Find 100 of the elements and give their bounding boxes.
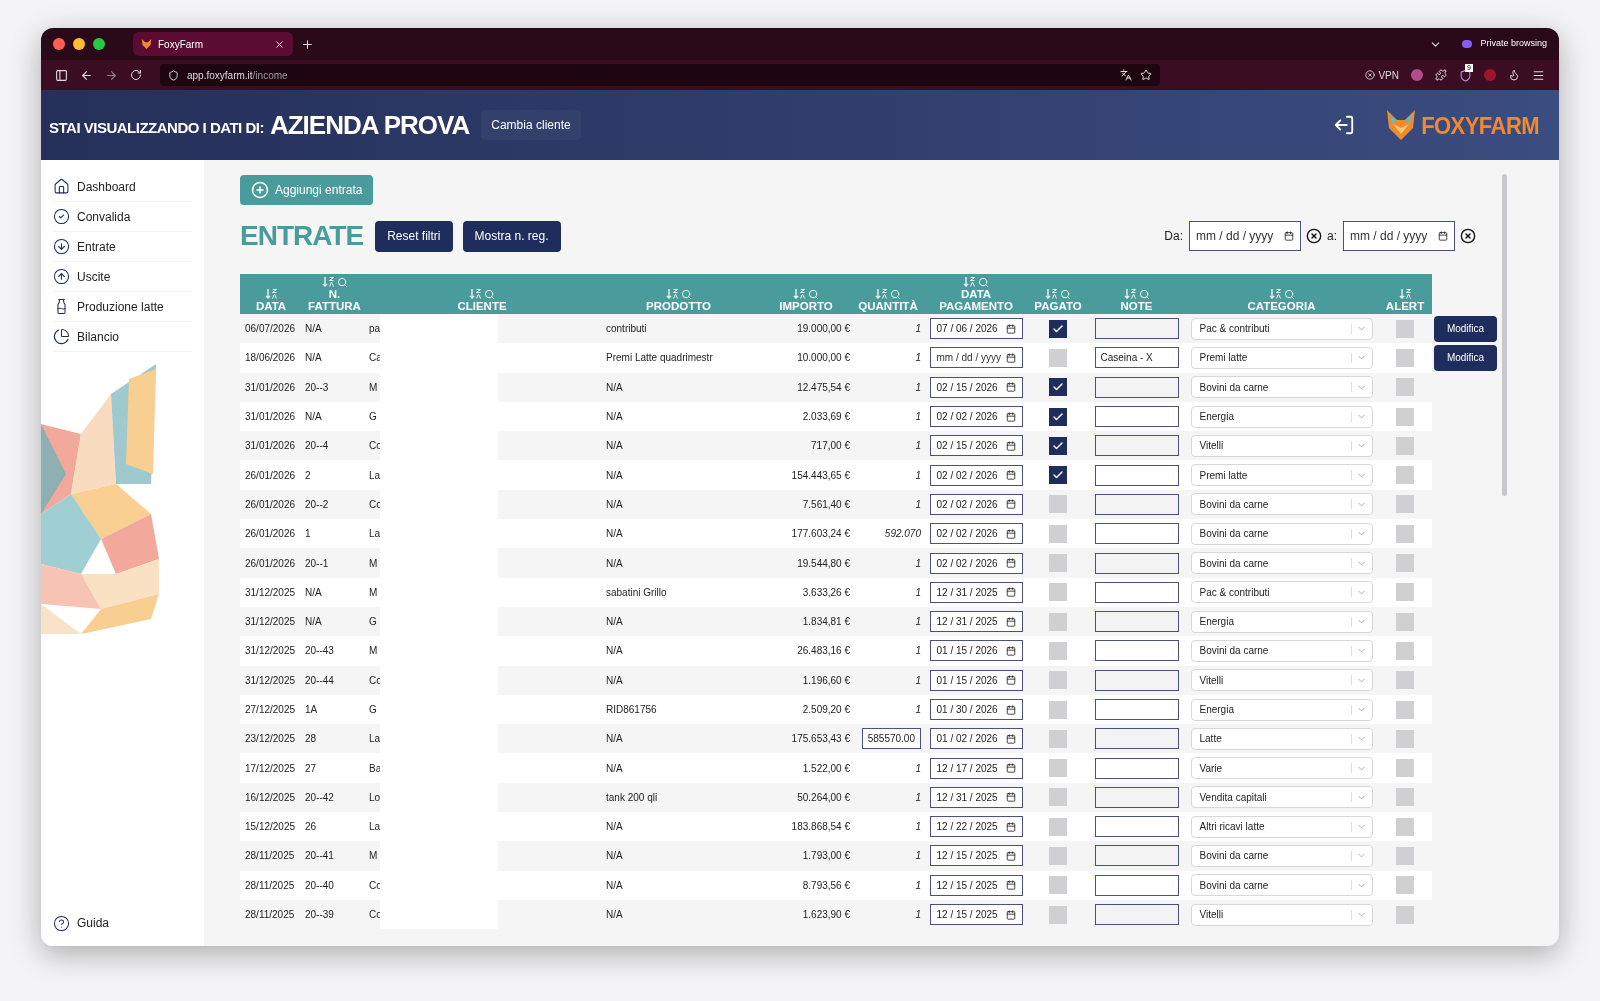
search-icon[interactable] bbox=[1283, 288, 1295, 300]
alert-checkbox[interactable] bbox=[1396, 847, 1414, 865]
alert-checkbox[interactable] bbox=[1396, 583, 1414, 602]
paid-checkbox[interactable] bbox=[1049, 759, 1067, 778]
alert-checkbox[interactable] bbox=[1396, 319, 1414, 338]
payment-date-field[interactable]: 01 / 02 / 2026 bbox=[929, 728, 1023, 750]
search-icon[interactable] bbox=[336, 276, 348, 288]
category-select[interactable]: Bovini da carne bbox=[1190, 376, 1373, 399]
forward-icon[interactable] bbox=[105, 68, 118, 82]
payment-date-field[interactable]: 02 / 02 / 2026 bbox=[929, 406, 1023, 428]
filter-button[interactable]: Mostra n. reg. bbox=[462, 220, 561, 252]
calendar-icon[interactable] bbox=[1005, 528, 1016, 539]
logout-icon[interactable] bbox=[1333, 114, 1356, 136]
note-field[interactable] bbox=[1094, 874, 1179, 896]
filter-button[interactable]: Reset filtri bbox=[375, 220, 453, 252]
category-select[interactable]: Vitelli bbox=[1190, 669, 1373, 692]
category-select[interactable]: Bovini da carne bbox=[1190, 552, 1373, 574]
paid-checkbox[interactable] bbox=[1049, 729, 1067, 748]
alert-checkbox[interactable] bbox=[1396, 700, 1414, 719]
scrollbar[interactable] bbox=[1502, 174, 1507, 496]
category-select[interactable]: Bovini da carne bbox=[1190, 639, 1373, 662]
vpn-label[interactable]: VPN bbox=[1378, 67, 1399, 83]
search-icon[interactable] bbox=[484, 288, 495, 300]
sort-icon[interactable] bbox=[793, 288, 806, 300]
category-select[interactable]: Bovini da carne bbox=[1190, 522, 1373, 545]
note-field[interactable] bbox=[1094, 669, 1179, 691]
payment-date-field[interactable]: 02 / 15 / 2026 bbox=[929, 376, 1023, 398]
search-icon[interactable] bbox=[680, 288, 692, 300]
calendar-icon[interactable] bbox=[1005, 558, 1016, 568]
sort-icon[interactable] bbox=[321, 276, 335, 288]
note-field[interactable] bbox=[1094, 406, 1179, 428]
note-field[interactable] bbox=[1094, 640, 1179, 662]
paid-checkbox[interactable] bbox=[1049, 817, 1067, 836]
calendar-icon[interactable] bbox=[1005, 499, 1016, 510]
change-client-button[interactable]: Cambia cliente bbox=[481, 110, 581, 140]
payment-date-field[interactable]: 01 / 15 / 2026 bbox=[929, 669, 1023, 691]
close-window-control[interactable] bbox=[53, 38, 65, 50]
alert-checkbox[interactable] bbox=[1396, 788, 1414, 807]
quantity-field[interactable]: 585570.00 bbox=[861, 728, 921, 750]
note-field[interactable] bbox=[1094, 611, 1179, 633]
paid-checkbox[interactable] bbox=[1049, 495, 1067, 514]
payment-date-field[interactable]: 01 / 30 / 2026 bbox=[929, 699, 1023, 720]
puzzle-icon[interactable] bbox=[1435, 69, 1447, 81]
category-select[interactable]: Pac & contributi bbox=[1190, 581, 1373, 604]
paid-checkbox[interactable] bbox=[1049, 554, 1067, 572]
to-date-field[interactable]: mm / dd / yyyy bbox=[1343, 221, 1455, 251]
note-field[interactable] bbox=[1094, 904, 1179, 926]
payment-date-field[interactable]: 02 / 02 / 2026 bbox=[929, 464, 1023, 486]
payment-date-field[interactable]: 12 / 15 / 2025 bbox=[929, 874, 1023, 896]
menu-icon[interactable] bbox=[1532, 68, 1545, 82]
alert-checkbox[interactable] bbox=[1396, 876, 1414, 895]
note-field[interactable] bbox=[1094, 523, 1179, 545]
sidebar-item[interactable]: Dashboard bbox=[53, 172, 192, 202]
paid-checkbox[interactable] bbox=[1049, 876, 1067, 895]
category-select[interactable]: Latte bbox=[1190, 727, 1373, 750]
payment-date-field[interactable]: 07 / 06 / 2026 bbox=[929, 318, 1023, 340]
from-date-field[interactable]: mm / dd / yyyy bbox=[1189, 221, 1301, 251]
search-icon[interactable] bbox=[978, 276, 989, 288]
category-select[interactable]: Bovini da carne bbox=[1190, 845, 1373, 867]
note-field[interactable] bbox=[1094, 493, 1179, 515]
search-icon[interactable] bbox=[890, 288, 901, 300]
clear-date-icon[interactable] bbox=[1306, 228, 1322, 244]
extension-icon[interactable] bbox=[1411, 69, 1423, 81]
calendar-icon[interactable] bbox=[1005, 323, 1016, 334]
alert-checkbox[interactable] bbox=[1396, 407, 1414, 426]
note-field[interactable] bbox=[1094, 699, 1179, 720]
payment-date-field[interactable]: 02 / 02 / 2026 bbox=[929, 552, 1023, 574]
minimize-window-control[interactable] bbox=[73, 38, 85, 50]
note-field[interactable] bbox=[1094, 552, 1179, 574]
calendar-icon[interactable] bbox=[1005, 470, 1016, 481]
translate-icon[interactable] bbox=[1120, 69, 1132, 81]
payment-date-field[interactable]: 02 / 02 / 2026 bbox=[929, 493, 1023, 515]
calendar-icon[interactable] bbox=[1005, 851, 1016, 861]
note-field[interactable] bbox=[1094, 757, 1179, 779]
category-select[interactable]: Vitelli bbox=[1190, 903, 1373, 926]
search-icon[interactable] bbox=[1060, 288, 1071, 300]
alert-checkbox[interactable] bbox=[1396, 378, 1414, 397]
sidebar-item[interactable]: Entrate bbox=[53, 232, 192, 262]
calendar-icon[interactable] bbox=[1005, 821, 1016, 832]
flame-icon[interactable] bbox=[1508, 69, 1520, 81]
note-field[interactable]: Caseina - X bbox=[1094, 347, 1179, 369]
edit-button[interactable]: Modifica bbox=[1434, 344, 1497, 371]
sidebar-item[interactable]: Bilancio bbox=[53, 322, 192, 352]
payment-date-field[interactable]: 02 / 02 / 2026 bbox=[929, 523, 1023, 545]
calendar-icon[interactable] bbox=[1005, 675, 1016, 686]
category-select[interactable]: Premi latte bbox=[1190, 464, 1373, 487]
calendar-icon[interactable] bbox=[1005, 382, 1016, 393]
alert-checkbox[interactable] bbox=[1396, 671, 1414, 690]
note-field[interactable] bbox=[1094, 318, 1179, 340]
calendar-icon[interactable] bbox=[1005, 616, 1016, 627]
back-icon[interactable] bbox=[80, 68, 93, 82]
alert-checkbox[interactable] bbox=[1396, 729, 1414, 748]
close-tab-icon[interactable] bbox=[274, 38, 285, 50]
calendar-icon[interactable] bbox=[1005, 352, 1016, 363]
calendar-icon[interactable] bbox=[1005, 440, 1016, 451]
alert-checkbox[interactable] bbox=[1396, 554, 1414, 572]
alert-checkbox[interactable] bbox=[1396, 466, 1414, 485]
paid-checkbox[interactable] bbox=[1049, 348, 1067, 367]
bookmark-star-icon[interactable] bbox=[1140, 69, 1152, 81]
sort-icon[interactable] bbox=[963, 276, 976, 288]
